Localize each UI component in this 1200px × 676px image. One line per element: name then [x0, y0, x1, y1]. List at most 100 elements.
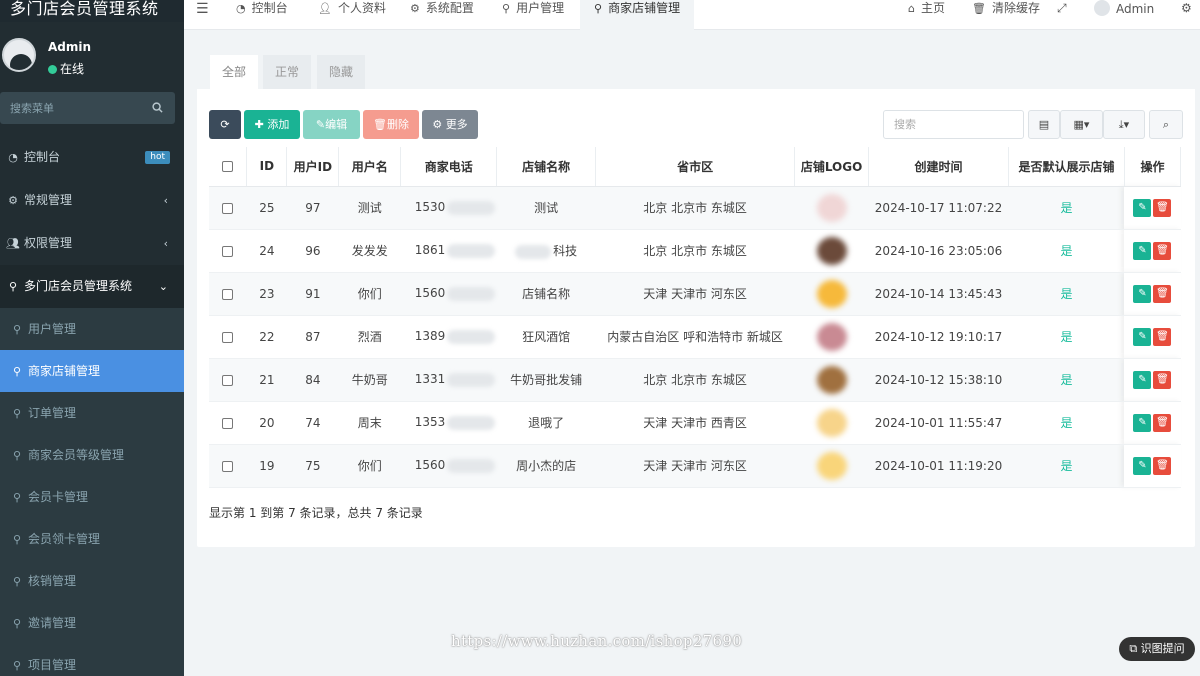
edit-row-button[interactable]: ✎ [1133, 241, 1152, 260]
home-link[interactable]: ⌂ 主页 [908, 0, 945, 30]
cell-default[interactable]: 是 [1008, 358, 1125, 402]
edit-row-button[interactable]: ✎ [1133, 370, 1152, 389]
tab-profile[interactable]: 👤︎ 个人资料 [318, 0, 386, 30]
row-checkbox[interactable] [209, 315, 247, 359]
table-row[interactable]: 23 91 你们 1560 店铺名称 天津 天津市 河东区 2024-10-14 13:45… [209, 272, 1181, 316]
col-shop-name[interactable]: 店铺名称 [496, 147, 597, 187]
shop-logo-image[interactable] [816, 408, 847, 437]
edit-row-button[interactable]: ✎ [1133, 327, 1152, 346]
app-logo-title[interactable]: 多门店会员管理系统 [0, 0, 184, 22]
delete-row-button[interactable]: 🗑︎ [1153, 241, 1172, 260]
fullscreen-icon[interactable]: ⤢ [1057, 0, 1067, 30]
toggle-view-icon[interactable]: ▤ [1028, 110, 1060, 139]
sidebar-subitem-member-levels[interactable]: ⚲ 商家会员等级管理 [0, 434, 184, 476]
cell-default[interactable]: 是 [1008, 186, 1125, 230]
sidebar-item-dashboard[interactable]: ◔ 控制台 hot [0, 136, 184, 179]
sidebar-subitem-card-claims[interactable]: ⚲ 会员领卡管理 [0, 518, 184, 560]
checkbox[interactable] [222, 202, 234, 214]
edit-row-button[interactable]: ✎ [1133, 413, 1152, 432]
search-icon[interactable]: ⌕ [1149, 110, 1183, 139]
tab-dashboard[interactable]: ◔ 控制台 [236, 0, 288, 30]
table-row[interactable]: 20 74 周末 1353 退哦了 天津 天津市 西青区 2024-10-01 11:55:… [209, 401, 1181, 445]
menu-toggle-icon[interactable]: ☰ [196, 1, 209, 31]
refresh-button[interactable]: ⟳ [209, 110, 241, 139]
col-username[interactable]: 用户名 [338, 147, 402, 187]
checkbox[interactable] [222, 288, 234, 300]
delete-row-button[interactable]: 🗑︎ [1153, 370, 1172, 389]
sidebar-subitem-orders[interactable]: ⚲ 订单管理 [0, 392, 184, 434]
add-button[interactable]: ✚ 添加 [244, 110, 300, 139]
checkbox[interactable] [222, 460, 234, 472]
table-row[interactable]: 21 84 牛奶哥 1331 牛奶哥批发铺 北京 北京市 东城区 2024-10-12 15… [209, 358, 1181, 402]
ocr-ask-button[interactable]: ⧉ 识图提问 [1119, 637, 1195, 661]
tab-system-config[interactable]: ⚙ 系统配置 [410, 0, 474, 30]
col-phone[interactable]: 商家电话 [400, 147, 498, 187]
delete-row-button[interactable]: 🗑︎ [1153, 327, 1172, 346]
columns-dropdown-icon[interactable]: ▦▾ [1060, 110, 1103, 139]
tab-user-management[interactable]: ⚲ 用户管理 [502, 0, 564, 30]
col-user-id[interactable]: 用户ID [286, 147, 340, 187]
clear-cache-button[interactable]: 🗑︎ 清除缓存 [972, 0, 1040, 30]
checkbox[interactable] [222, 374, 234, 386]
row-checkbox[interactable] [209, 229, 247, 273]
more-button[interactable]: ⚙ 更多 [422, 110, 478, 139]
sidebar-subitem-invites[interactable]: ⚲ 邀请管理 [0, 602, 184, 644]
table-row[interactable]: 25 97 测试 1530 测试 北京 北京市 东城区 2024-10-17 11:07:2… [209, 186, 1181, 230]
col-created[interactable]: 创建时间 [868, 147, 1009, 187]
cell-default[interactable]: 是 [1008, 444, 1125, 488]
delete-row-button[interactable]: 🗑︎ [1153, 456, 1172, 475]
table-search-input[interactable]: 搜索 [883, 110, 1024, 139]
shop-logo-image[interactable] [816, 451, 847, 480]
checkbox[interactable] [222, 417, 234, 429]
user-menu[interactable]: Admin [1094, 0, 1154, 30]
sidebar-subitem-shops[interactable]: ⚲ 商家店铺管理 [0, 350, 184, 392]
sidebar-subitem-redemption[interactable]: ⚲ 核销管理 [0, 560, 184, 602]
checkbox[interactable] [222, 331, 234, 343]
table-row[interactable]: 22 87 烈酒 1389 狂风酒馆 内蒙古自治区 呼和浩特市 新城区 2024-10-12… [209, 315, 1181, 359]
tab-hidden[interactable]: 隐藏 [317, 55, 366, 89]
tab-normal[interactable]: 正常 [263, 55, 312, 89]
row-checkbox[interactable] [209, 272, 247, 316]
edit-button[interactable]: ✎编辑 [303, 110, 360, 139]
checkbox[interactable] [222, 161, 234, 173]
shop-logo-image[interactable] [816, 193, 847, 222]
sidebar-subitem-users[interactable]: ⚲ 用户管理 [0, 308, 184, 350]
row-checkbox[interactable] [209, 186, 247, 230]
cell-default[interactable]: 是 [1008, 401, 1125, 445]
shop-logo-image[interactable] [816, 236, 847, 265]
table-row[interactable]: 24 96 发发发 1861 科技 北京 北京市 东城区 2024-10-16 23:05:… [209, 229, 1181, 273]
col-default[interactable]: 是否默认展示店铺 [1008, 147, 1125, 187]
sidebar-item-permissions[interactable]: 👥︎ 权限管理 ‹ [0, 222, 184, 265]
edit-row-button[interactable]: ✎ [1133, 284, 1152, 303]
row-checkbox[interactable] [209, 358, 247, 402]
delete-row-button[interactable]: 🗑︎ [1153, 198, 1172, 217]
row-checkbox[interactable] [209, 401, 247, 445]
search-icon[interactable] [152, 102, 163, 116]
select-all-checkbox[interactable] [209, 147, 248, 187]
sidebar-item-general[interactable]: ⚙ 常规管理 ‹ [0, 179, 184, 222]
col-region[interactable]: 省市区 [595, 147, 796, 187]
edit-row-button[interactable]: ✎ [1133, 198, 1152, 217]
shop-logo-image[interactable] [816, 279, 847, 308]
cell-default[interactable]: 是 [1008, 229, 1125, 273]
col-logo[interactable]: 店铺LOGO [794, 147, 870, 187]
delete-row-button[interactable]: 🗑︎ [1153, 413, 1172, 432]
tab-all[interactable]: 全部 [210, 55, 259, 89]
sidebar-item-multistore[interactable]: ⚲ 多门店会员管理系统 ⌄ [0, 265, 184, 308]
delete-row-button[interactable]: 🗑︎ [1153, 284, 1172, 303]
export-dropdown-icon[interactable]: ⤓▾ [1103, 110, 1145, 139]
gears-icon[interactable]: ⚙ [1181, 0, 1192, 30]
row-checkbox[interactable] [209, 444, 247, 488]
shop-logo-image[interactable] [816, 365, 847, 394]
sidebar-subitem-member-cards[interactable]: ⚲ 会员卡管理 [0, 476, 184, 518]
shop-logo-image[interactable] [816, 322, 847, 351]
sidebar-subitem-projects[interactable]: ⚲ 项目管理 [0, 644, 184, 676]
checkbox[interactable] [222, 245, 234, 257]
tab-shop-management[interactable]: ⚲ 商家店铺管理 [580, 0, 695, 30]
delete-button[interactable]: 🗑︎删除 [363, 110, 419, 139]
edit-row-button[interactable]: ✎ [1133, 456, 1152, 475]
cell-default[interactable]: 是 [1008, 272, 1125, 316]
table-row[interactable]: 19 75 你们 1560 周小杰的店 天津 天津市 河东区 2024-10-01 11:1… [209, 444, 1181, 488]
cell-default[interactable]: 是 [1008, 315, 1125, 359]
col-id[interactable]: ID [246, 147, 288, 187]
